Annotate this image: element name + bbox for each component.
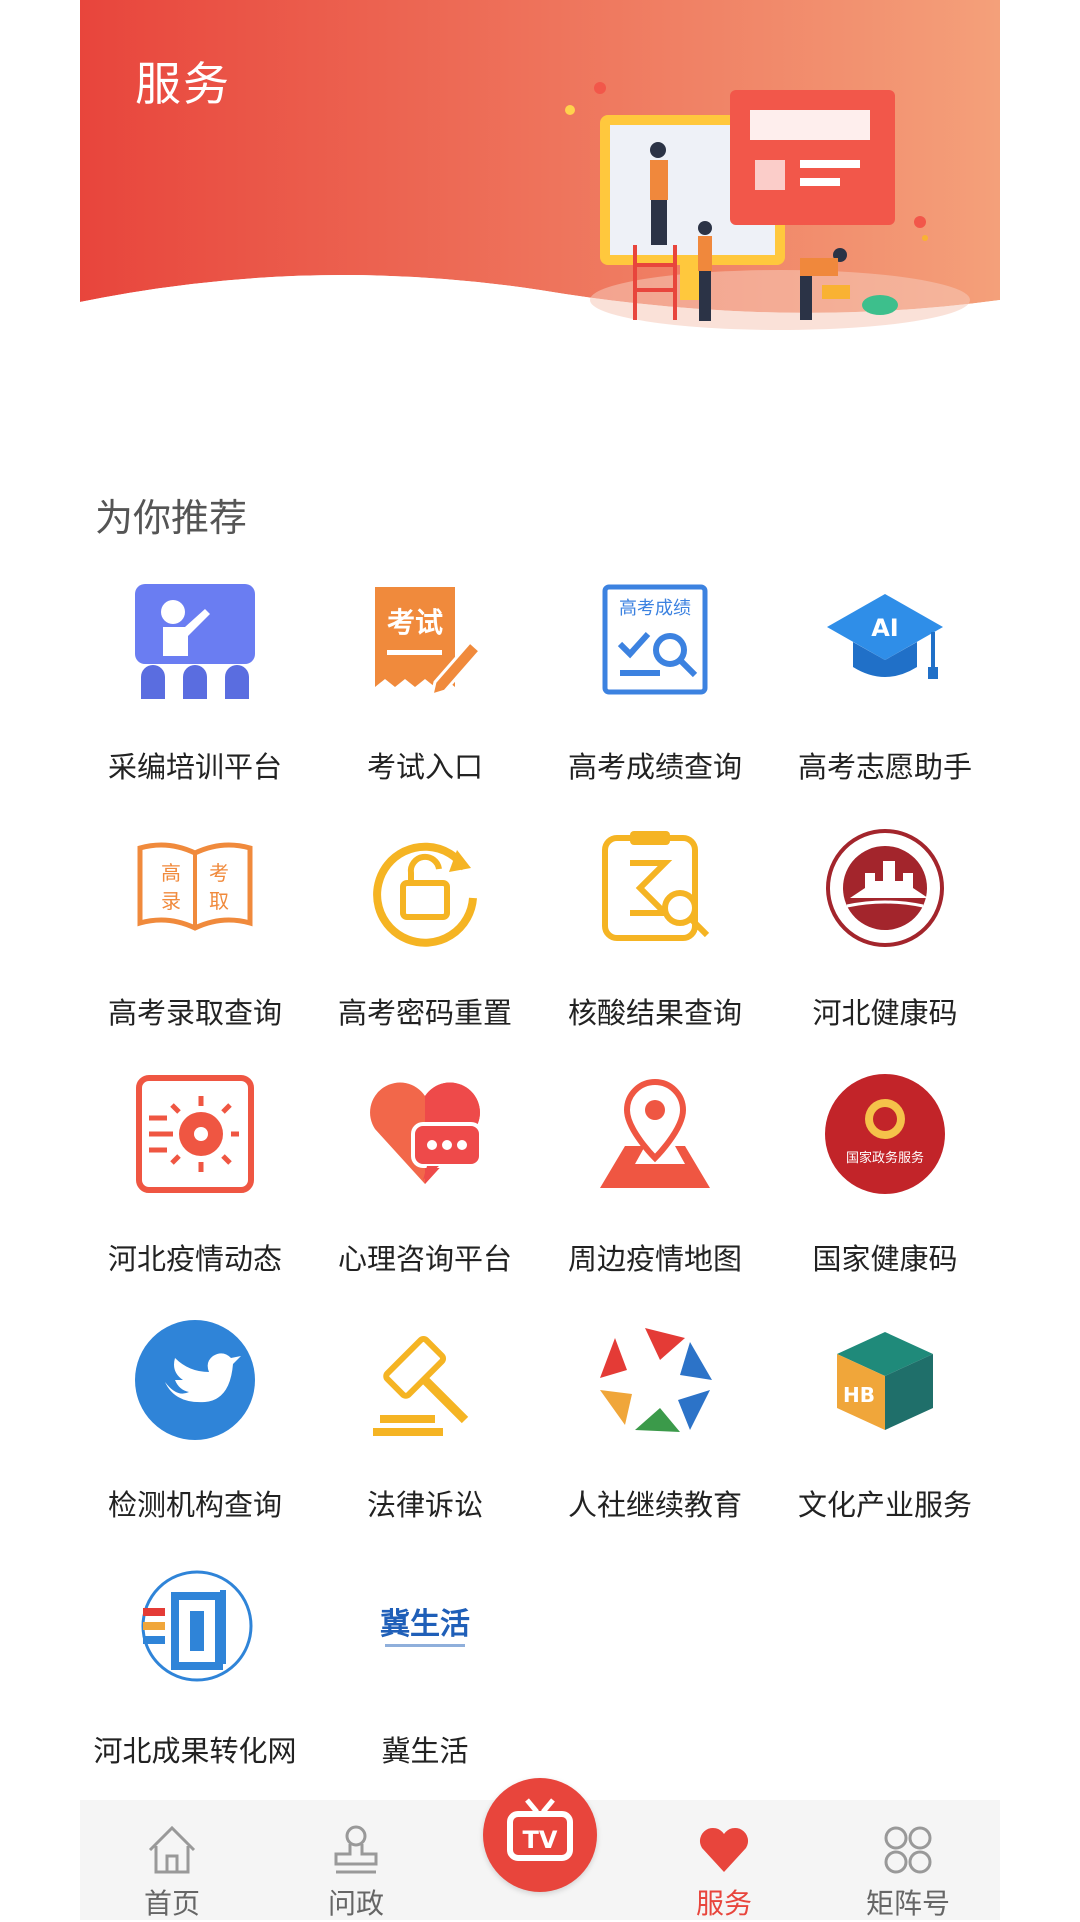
service-tile[interactable]: 河北成果转化网 [80,1556,310,1802]
header-banner: 服务 [80,0,1000,330]
svg-text:取: 取 [209,889,229,913]
training-classroom-icon [135,584,255,699]
service-label: 采编培训平台 [107,750,282,784]
hebei-great-wall-seal-icon [826,829,944,947]
nav-label: 问政 [327,1887,384,1920]
service-tile[interactable]: 采编培训平台 [80,572,310,818]
bird-circle-icon [135,1320,255,1440]
gavel-icon [373,1335,469,1436]
nav-label: 矩阵号 [865,1887,950,1920]
service-tile[interactable]: 高考成绩 高考成绩查询 [540,572,770,818]
service-label: 法律诉讼 [366,1488,483,1522]
national-emblem-icon: 国家政务服务 [825,1074,945,1194]
service-tile[interactable]: 周边疫情地图 [540,1064,770,1310]
nav-home[interactable]: 首页 [80,1800,264,1920]
culture-cube-icon: HB [837,1332,933,1430]
app-screen: 服务 为你推荐 采编培训平台 考试 考试入口 高考成绩 高考成绩查询 AI 高考… [80,0,1000,1920]
service-label: 人社继续教育 [567,1488,742,1522]
service-label: 核酸结果查询 [567,996,742,1030]
clover-grid-icon [884,1826,932,1874]
service-label: 河北健康码 [812,996,958,1030]
svg-text:高: 高 [161,861,181,885]
service-label: 高考密码重置 [337,996,512,1030]
nav-matrix[interactable]: 矩阵号 [816,1800,1000,1920]
service-tile[interactable]: 考试 考试入口 [310,572,540,818]
svg-text:考试: 考试 [387,606,443,639]
service-tile[interactable]: 法律诉讼 [310,1310,540,1556]
home-icon [148,1825,196,1874]
heart-icon [699,1827,749,1872]
service-tile[interactable]: AI 高考志愿助手 [770,572,1000,818]
service-tile[interactable]: 心理咨询平台 [310,1064,540,1310]
admission-book-icon: 高 考 录 取 [137,842,253,931]
svg-text:录: 录 [161,889,181,913]
section-title: 为你推荐 [95,496,248,540]
service-tile[interactable]: 高考密码重置 [310,818,540,1064]
service-tile[interactable]: HB 文化产业服务 [770,1310,1000,1556]
nav-label: 服务 [695,1887,752,1920]
svg-text:考: 考 [209,861,229,885]
service-label: 检测机构查询 [107,1488,282,1522]
service-label: 考试入口 [366,750,483,784]
service-label: 心理咨询平台 [337,1242,512,1276]
svg-text:HB: HB [843,1383,875,1407]
service-label: 周边疫情地图 [567,1242,742,1276]
service-label: 高考成绩查询 [567,750,742,784]
service-tile[interactable]: 高 考 录 取 高考录取查询 [80,818,310,1064]
service-tile[interactable]: 冀生活 冀生活 [310,1556,540,1802]
heart-chat-icon [370,1082,483,1184]
service-tile[interactable]: 核酸结果查询 [540,818,770,1064]
service-tile[interactable]: 检测机构查询 [80,1310,310,1556]
nav-label: 首页 [143,1887,200,1920]
service-label: 国家健康码 [812,1242,958,1276]
nav-tv-button[interactable]: TV [483,1778,597,1892]
service-tile[interactable]: 河北疫情动态 [80,1064,310,1310]
virus-icon [136,1075,254,1193]
service-label: 冀生活 [381,1734,469,1768]
score-check-icon: 高考成绩 [602,584,708,695]
nav-wenzheng[interactable]: 问政 [264,1800,448,1920]
svg-text:TV: TV [523,1826,558,1854]
map-pin-icon [600,1078,710,1188]
password-reset-lock-icon [373,842,477,947]
colorful-pentagon-icon [600,1328,712,1432]
tv-icon: TV [507,1798,573,1861]
service-label: 文化产业服务 [797,1488,972,1522]
service-label: 河北疫情动态 [107,1242,282,1276]
nucleic-test-search-icon [602,831,710,941]
service-label: 高考志愿助手 [797,750,972,784]
service-tile[interactable]: 人社继续教育 [540,1310,770,1556]
service-label: 河北成果转化网 [93,1734,297,1768]
svg-text:国家政务服务: 国家政务服务 [846,1150,924,1166]
svg-text:高考成绩: 高考成绩 [619,598,691,619]
globe-logo-icon [141,1570,253,1682]
service-tile[interactable]: 河北健康码 [770,818,1000,1064]
nav-service[interactable]: 服务 [632,1800,816,1920]
ai-graduation-cap-icon: AI [827,594,943,679]
svg-text:AI: AI [871,614,899,642]
service-label: 高考录取查询 [107,996,282,1030]
ji-life-logo-icon: 冀生活 [380,1607,470,1647]
page-title: 服务 [135,57,231,111]
exam-pen-icon: 考试 [375,587,483,698]
service-tile[interactable]: 国家政务服务 国家健康码 [770,1064,1000,1310]
stamp-icon [334,1825,378,1874]
svg-text:冀生活: 冀生活 [380,1607,470,1642]
